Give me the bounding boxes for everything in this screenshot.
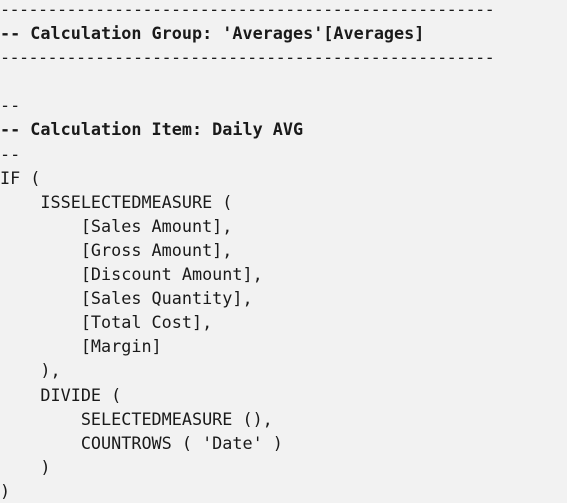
code-line-if: IF ( (0, 167, 41, 188)
code-line-separator: ----------------------------------------… (0, 0, 495, 19)
code-listing: ----------------------------------------… (0, 0, 567, 503)
code-line-measure-ref: [Margin] (0, 336, 162, 357)
code-line-close-paren: ) (0, 456, 51, 477)
code-line-close-paren: ), (0, 360, 61, 381)
code-line-isselectedmeasure: ISSELECTEDMEASURE ( (0, 191, 233, 212)
code-line-measure-ref: [Sales Quantity], (0, 288, 253, 309)
code-line-calculation-group-comment: -- Calculation Group: 'Averages'[Average… (0, 23, 425, 44)
code-line-comment: -- (0, 95, 21, 116)
code-line-divide: DIVIDE ( (0, 384, 122, 405)
code-line-measure-ref: [Gross Amount], (0, 239, 233, 260)
code-line-comment: -- (0, 143, 21, 164)
code-line-measure-ref: [Sales Amount], (0, 215, 233, 236)
code-line-measure-ref: [Discount Amount], (0, 264, 263, 285)
code-line-calculation-item-comment: -- Calculation Item: Daily AVG (0, 119, 304, 140)
code-line-measure-ref: [Total Cost], (0, 312, 213, 333)
code-line-close-paren: ) (0, 480, 11, 501)
code-line-separator: ----------------------------------------… (0, 47, 495, 68)
code-line-countrows: COUNTROWS ( 'Date' ) (0, 432, 283, 453)
code-line-selectedmeasure: SELECTEDMEASURE (), (0, 408, 273, 429)
